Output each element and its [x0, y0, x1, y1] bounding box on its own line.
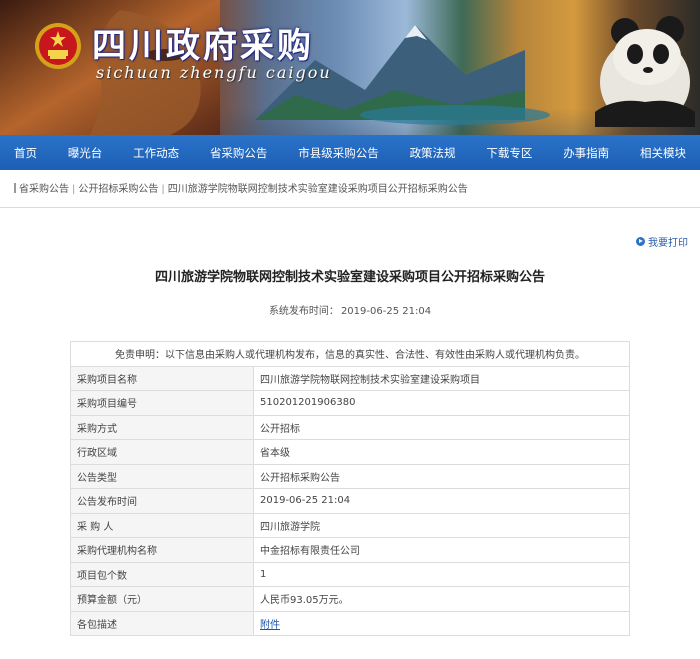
nav-item-policies[interactable]: 政策法规 — [410, 145, 456, 161]
row-label: 公告发布时间 — [70, 488, 254, 514]
row-label: 公告类型 — [70, 463, 254, 489]
nav-item-work-news[interactable]: 工作动态 — [133, 145, 179, 161]
panda-image — [595, 16, 695, 127]
table-row: 免责申明：以下信息由采购人或代理机构发布，信息的真实性、合法性、有效性由采购人或… — [70, 341, 630, 367]
attachment-link[interactable]: 附件 — [260, 620, 280, 631]
nav-item-downloads[interactable]: 下载专区 — [486, 145, 532, 161]
print-icon — [636, 237, 645, 246]
row-value: 人民币93.05万元。 — [253, 586, 630, 612]
site-title: 四川政府采购 — [92, 26, 314, 66]
info-table: 免责申明：以下信息由采购人或代理机构发布，信息的真实性、合法性、有效性由采购人或… — [70, 341, 630, 636]
site-pinyin: sichuan zhengfu caigou — [96, 63, 332, 82]
breadcrumb-provincial-notices[interactable]: 省采购公告 — [19, 184, 69, 195]
row-label: 预算金额（元） — [70, 586, 254, 612]
breadcrumb-separator: | — [161, 184, 165, 195]
row-label: 采购项目名称 — [70, 365, 254, 391]
row-label: 采购项目编号 — [70, 390, 254, 416]
breadcrumb-current: 四川旅游学院物联网控制技术实验室建设采购项目公开招标采购公告 — [167, 184, 468, 195]
table-row: 项目包个数 1 — [70, 561, 630, 587]
nav-item-provincial-notices[interactable]: 省采购公告 — [210, 145, 268, 161]
nav-item-home[interactable]: 首页 — [14, 145, 37, 161]
publish-time: 系统发布时间： 2019-06-25 21:04 — [0, 302, 700, 317]
print-label: 我要打印 — [648, 238, 688, 249]
row-label: 采 购 人 — [70, 512, 254, 538]
disclaimer: 免责申明：以下信息由采购人或代理机构发布，信息的真实性、合法性、有效性由采购人或… — [70, 341, 630, 367]
table-row: 采购项目编号 510201201906380 — [70, 390, 630, 416]
breadcrumb: 省采购公告 | 公开招标采购公告 | 四川旅游学院物联网控制技术实验室建设采购项目公开招… — [14, 180, 686, 198]
row-value: 附件 — [253, 610, 630, 636]
row-value: 四川旅游学院 — [253, 512, 630, 538]
row-label: 采购代理机构名称 — [70, 537, 254, 563]
row-value: 公开招标采购公告 — [253, 463, 630, 489]
table-row: 采购项目名称 四川旅游学院物联网控制技术实验室建设采购项目 — [70, 365, 630, 391]
nav-item-city-county-notices[interactable]: 市县级采购公告 — [298, 145, 379, 161]
row-label: 各包描述 — [70, 610, 254, 636]
row-label: 行政区域 — [70, 439, 254, 465]
row-value: 2019-06-25 21:04 — [253, 488, 630, 514]
main-nav: 首页 曝光台 工作动态 省采购公告 市县级采购公告 政策法规 下载专区 办事指南… — [0, 135, 700, 170]
table-row: 预算金额（元） 人民币93.05万元。 — [70, 586, 630, 612]
table-row: 公告发布时间 2019-06-25 21:04 — [70, 488, 630, 514]
page-title: 四川旅游学院物联网控制技术实验室建设采购项目公开招标采购公告 — [154, 270, 545, 285]
row-label: 项目包个数 — [70, 561, 254, 587]
table-row: 采 购 人 四川旅游学院 — [70, 512, 630, 538]
row-value: 公开招标 — [253, 414, 630, 440]
table-row: 采购代理机构名称 中金招标有限责任公司 — [70, 537, 630, 563]
row-value: 1 — [253, 561, 630, 587]
breadcrumb-separator: | — [72, 184, 76, 195]
table-row: 采购方式 公开招标 — [70, 414, 630, 440]
table-row: 公告类型 公开招标采购公告 — [70, 463, 630, 489]
breadcrumb-open-tender-notices[interactable]: 公开招标采购公告 — [78, 184, 158, 195]
table-row: 各包描述 附件 — [70, 610, 630, 636]
print-button[interactable]: 我要打印 — [636, 234, 688, 249]
table-row: 行政区域 省本级 — [70, 439, 630, 465]
divider — [0, 207, 700, 208]
national-emblem-icon — [35, 23, 81, 69]
lake-image — [360, 105, 550, 125]
row-value: 510201201906380 — [253, 390, 630, 416]
publish-time-value: 2019-06-25 21:04 — [340, 306, 432, 317]
breadcrumb-marker — [14, 183, 16, 193]
nav-item-guide[interactable]: 办事指南 — [563, 145, 609, 161]
row-label: 采购方式 — [70, 414, 254, 440]
row-value: 四川旅游学院物联网控制技术实验室建设采购项目 — [253, 365, 630, 391]
publish-time-label: 系统发布时间： — [268, 306, 339, 317]
row-value: 中金招标有限责任公司 — [253, 537, 630, 563]
nav-item-related[interactable]: 相关模块 — [640, 145, 686, 161]
site-banner: 四川政府采购 sichuan zhengfu caigou — [0, 0, 700, 135]
nav-item-exposure[interactable]: 曝光台 — [68, 145, 103, 161]
row-value: 省本级 — [253, 439, 630, 465]
